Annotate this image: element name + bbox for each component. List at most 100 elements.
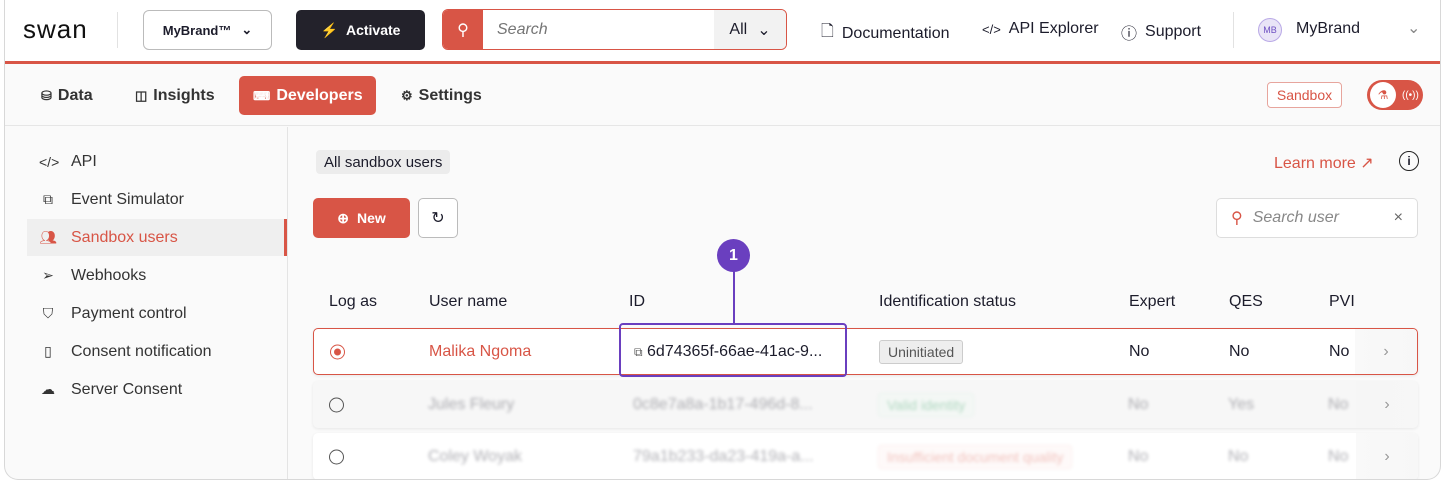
chevron-right-icon[interactable]: › — [1356, 433, 1418, 479]
table-row[interactable]: Jules Fleury 0c8e7a8a-1b17-496d-8... Val… — [313, 381, 1418, 428]
layout-icon: ◫ — [135, 87, 148, 103]
column-header: PVI — [1329, 293, 1355, 310]
simulator-icon: ⧉ — [43, 191, 53, 207]
sidebar-item-label: Consent notification — [71, 342, 212, 360]
chevron-down-icon[interactable]: ⌄ — [1407, 18, 1420, 38]
chevron-right-icon[interactable]: › — [1356, 381, 1418, 428]
pvi-value: No — [1329, 342, 1350, 360]
pvi-value: No — [1328, 447, 1349, 465]
tab-label: Insights — [153, 86, 215, 104]
tab-settings[interactable]: ⚙ Settings — [387, 76, 496, 115]
refresh-button[interactable]: ↻ — [418, 198, 458, 238]
flask-icon: ⚗ — [1370, 82, 1396, 108]
tab-label: Settings — [418, 86, 482, 104]
user-name[interactable]: Malika Ngoma — [429, 343, 531, 361]
activate-label: Activate — [345, 22, 401, 38]
sidebar: </> API ⧉ Event Simulator 👥︎ Sandbox users … — [5, 127, 288, 479]
chevron-down-icon: ⌄ — [241, 22, 253, 37]
expert-value: No — [1129, 342, 1150, 360]
user-name[interactable]: Coley Woyak — [428, 448, 522, 466]
app-window: swan MyBrand™ ⌄ ⚡ Activate ⚲ All ⌄ 🗋 Documen… — [4, 0, 1441, 480]
sidebar-item-label: API — [71, 152, 97, 170]
external-link-icon: ↗ — [1360, 155, 1374, 172]
sandbox-badge: Sandbox — [1267, 82, 1342, 108]
tab-label: Data — [57, 86, 93, 104]
info-icon[interactable]: i — [1399, 151, 1419, 171]
learn-more-link[interactable]: Learn more ↗ — [1274, 153, 1374, 173]
brand-selector[interactable]: MyBrand™ ⌄ — [143, 10, 272, 50]
sidebar-item-event-simulator[interactable]: ⧉ Event Simulator — [27, 181, 287, 218]
expert-value: No — [1128, 395, 1149, 413]
top-bar: swan MyBrand™ ⌄ ⚡ Activate ⚲ All ⌄ 🗋 Documen… — [5, 0, 1440, 64]
qes-value: Yes — [1228, 395, 1255, 413]
api-explorer-link[interactable]: </> API Explorer — [982, 20, 1099, 38]
help-icon: ⓘ — [1121, 26, 1138, 43]
sidebar-item-payment-control[interactable]: ⛉ Payment control — [27, 295, 287, 332]
tab-data[interactable]: ⛁ Data — [27, 76, 107, 115]
divider — [117, 12, 118, 48]
main-nav: ⛁ Data ◫ Insights ⌨ Developers ⚙ Settings Sa… — [5, 67, 1440, 126]
global-search: ⚲ All ⌄ — [442, 9, 787, 50]
search-input[interactable] — [483, 10, 714, 49]
sidebar-item-webhooks[interactable]: ➢ Webhooks — [27, 257, 287, 294]
plus-circle-icon: ⊕ — [337, 209, 349, 226]
broadcast-icon: ((•)) — [1402, 89, 1419, 101]
phone-icon: ▯ — [44, 343, 52, 359]
lightning-icon: ⚡ — [320, 21, 338, 38]
sidebar-item-consent-notification[interactable]: ▯ Consent notification — [27, 333, 287, 370]
filter-chip[interactable]: All sandbox users — [316, 150, 451, 174]
sidebar-item-label: Sandbox users — [71, 228, 178, 246]
status-badge: Valid identity — [878, 392, 975, 417]
sidebar-item-api[interactable]: </> API — [27, 143, 287, 180]
search-icon: ⚲ — [1231, 210, 1243, 227]
annotation-line — [733, 268, 735, 324]
new-label: New — [356, 210, 386, 226]
search-user-input[interactable]: ⚲ Search user × — [1216, 198, 1418, 238]
qes-value: No — [1229, 342, 1250, 360]
sidebar-item-label: Webhooks — [71, 266, 147, 284]
swan-logo[interactable]: swan — [23, 14, 88, 45]
sidebar-item-sandbox-users[interactable]: 👥︎ Sandbox users — [27, 219, 287, 256]
brand-name: MyBrand™ — [162, 22, 232, 38]
user-id: 79a1b233-da23-419a-a... — [633, 447, 814, 465]
documentation-link[interactable]: 🗋 Documentation — [821, 20, 950, 47]
tab-label: Developers — [276, 86, 363, 104]
sandbox-toggle[interactable]: ⚗ ((•)) — [1367, 80, 1423, 110]
new-button[interactable]: ⊕ New — [313, 198, 410, 238]
chevron-right-icon[interactable]: › — [1355, 329, 1417, 374]
sidebar-item-label: Event Simulator — [71, 190, 184, 208]
tab-developers[interactable]: ⌨ Developers — [239, 76, 376, 115]
table-row[interactable]: Coley Woyak 79a1b233-da23-419a-a... Insu… — [313, 433, 1418, 479]
learn-more-label: Learn more — [1274, 155, 1356, 172]
annotation-number: 1 — [717, 239, 750, 272]
sidebar-item-server-consent[interactable]: ☁ Server Consent — [27, 371, 287, 408]
status-badge: Uninitiated — [879, 339, 964, 364]
annotation-highlight — [619, 323, 847, 377]
account-menu[interactable]: MyBrand — [1296, 20, 1360, 38]
gear-icon: ⚙ — [401, 87, 413, 103]
tab-insights[interactable]: ◫ Insights — [121, 76, 229, 115]
log-as-radio[interactable] — [329, 449, 344, 464]
search-scope-select[interactable]: All ⌄ — [714, 10, 786, 49]
code-icon: </> — [982, 21, 1001, 37]
close-icon[interactable]: × — [1394, 209, 1403, 227]
code-window-icon: ⌨ — [253, 88, 271, 103]
avatar[interactable]: MB — [1258, 18, 1282, 42]
activate-button[interactable]: ⚡ Activate — [296, 10, 425, 50]
column-header: Identification status — [879, 293, 1016, 310]
column-header: Expert — [1129, 293, 1176, 310]
table-row[interactable]: Malika Ngoma ⧉ 6d74365f-66ae-41ac-9... U… — [313, 328, 1418, 375]
shield-icon: ⛉ — [42, 305, 54, 321]
support-link[interactable]: ⓘ Support — [1121, 20, 1201, 44]
user-name[interactable]: Jules Fleury — [428, 396, 514, 414]
search-user-placeholder: Search user — [1252, 209, 1339, 226]
column-header: QES — [1229, 293, 1263, 310]
log-as-radio[interactable] — [330, 344, 345, 359]
user-id: 0c8e7a8a-1b17-496d-8... — [633, 395, 813, 413]
cloud-icon: ☁ — [41, 381, 55, 397]
scope-value: All — [729, 20, 748, 38]
link-label: Support — [1145, 23, 1202, 40]
search-icon[interactable]: ⚲ — [443, 10, 483, 49]
sidebar-item-label: Server Consent — [71, 380, 183, 398]
log-as-radio[interactable] — [329, 397, 344, 412]
